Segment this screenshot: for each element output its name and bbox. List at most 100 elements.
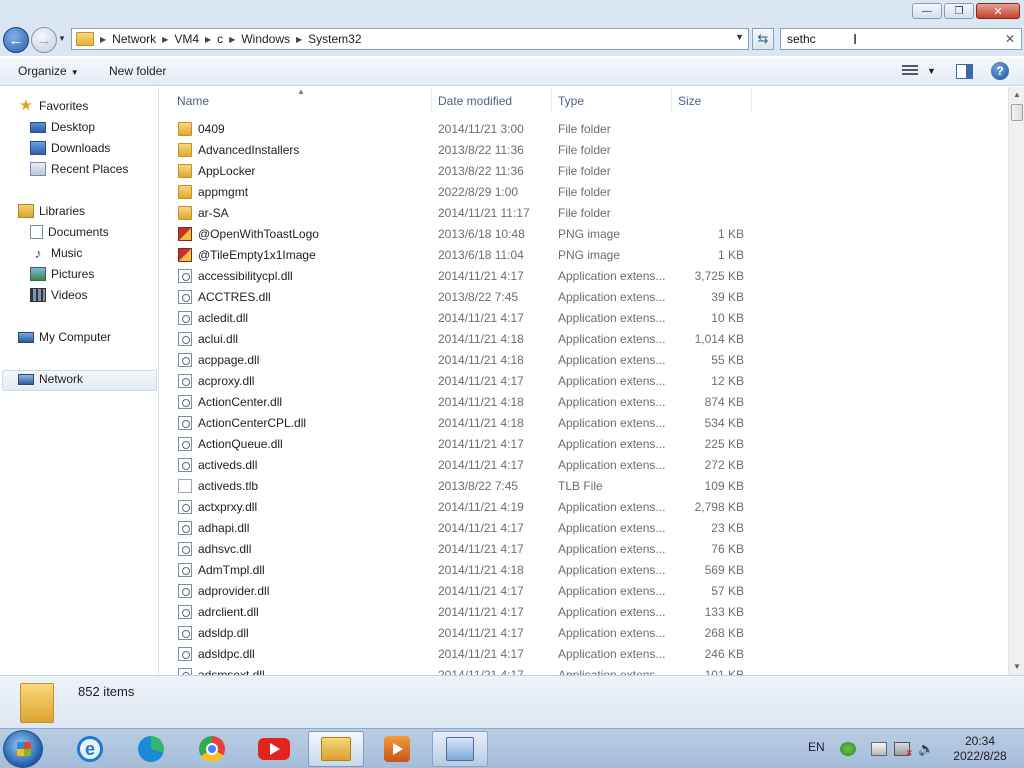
scrollbar-thumb[interactable] [1011, 104, 1023, 121]
vertical-scrollbar[interactable]: ▲ ▼ [1008, 87, 1024, 675]
scroll-down-icon[interactable]: ▼ [1009, 659, 1024, 675]
taskbar-app-edge[interactable] [123, 731, 179, 767]
close-button[interactable]: ✕ [976, 3, 1020, 19]
file-row[interactable]: adprovider.dll 2014/11/21 4:17 Application… [176, 581, 752, 602]
file-type: Application extens... [558, 269, 666, 283]
chevron-right-icon[interactable]: ▶ [162, 35, 168, 44]
file-row[interactable]: @OpenWithToastLogo 2013/6/18 10:48 PNG ima… [176, 224, 752, 245]
language-indicator[interactable]: EN [808, 740, 825, 754]
preview-pane-icon[interactable] [956, 64, 973, 79]
file-row[interactable]: adsmsext.dll 2014/11/21 4:17 Application e… [176, 665, 752, 675]
column-divider[interactable] [671, 89, 672, 113]
clock[interactable]: 20:34 2022/8/28 [942, 734, 1018, 764]
scroll-up-icon[interactable]: ▲ [1009, 87, 1024, 103]
help-icon[interactable]: ? [991, 62, 1009, 80]
file-row[interactable]: @TileEmpty1x1Image 2013/6/18 11:04 PNG ima… [176, 245, 752, 266]
file-row[interactable]: ar-SA 2014/11/21 11:17 File folder [176, 203, 752, 224]
file-row[interactable]: acledit.dll 2014/11/21 4:17 Application ex… [176, 308, 752, 329]
column-divider[interactable] [551, 89, 552, 113]
column-header-size[interactable]: Size [678, 94, 701, 108]
column-header-type[interactable]: Type [558, 94, 584, 108]
change-view-icon[interactable] [902, 65, 918, 78]
new-folder-button[interactable]: New folder [109, 64, 166, 78]
column-header-date-modified[interactable]: Date modified [438, 94, 512, 108]
nav-item-desktop[interactable]: Desktop [30, 120, 95, 134]
file-row[interactable]: accessibilitycpl.dll 2014/11/21 4:17 Appli… [176, 266, 752, 287]
nav-my-computer[interactable]: My Computer [18, 330, 111, 344]
search-input[interactable] [787, 32, 987, 46]
file-row[interactable]: acproxy.dll 2014/11/21 4:17 Application ex… [176, 371, 752, 392]
file-row[interactable]: ActionCenterCPL.dll 2014/11/21 4:18 Applic… [176, 413, 752, 434]
file-row[interactable]: ActionCenter.dll 2014/11/21 4:18 Applicati… [176, 392, 752, 413]
nav-item-music[interactable]: ♪ Music [30, 246, 83, 260]
recent-pages-dropdown[interactable]: ▼ [58, 34, 68, 46]
file-row[interactable]: activeds.tlb 2013/8/22 7:45 TLB File 109 KB [176, 476, 752, 497]
clear-search-icon[interactable]: ✕ [1005, 32, 1015, 46]
file-row[interactable]: 0409 2014/11/21 3:00 File folder [176, 119, 752, 140]
file-row[interactable]: actxprxy.dll 2014/11/21 4:19 Application e… [176, 497, 752, 518]
minimize-button[interactable]: — [912, 3, 942, 19]
nav-item-pictures[interactable]: Pictures [30, 267, 94, 281]
view-dropdown-icon[interactable]: ▼ [927, 66, 936, 76]
breadcrumb-windows[interactable]: Windows [241, 32, 290, 46]
search-box[interactable]: ✕ [780, 28, 1022, 50]
address-dropdown-icon[interactable]: ▼ [735, 32, 744, 42]
volume-icon[interactable]: 🔈 [918, 742, 934, 756]
file-type: Application extens... [558, 311, 666, 325]
file-type: Application extens... [558, 584, 666, 598]
file-type: TLB File [558, 479, 603, 493]
file-row[interactable]: AdmTmpl.dll 2014/11/21 4:18 Application ex… [176, 560, 752, 581]
file-name: actxprxy.dll [198, 500, 258, 514]
chevron-right-icon[interactable]: ▶ [296, 35, 302, 44]
control-panel-icon [446, 737, 474, 761]
file-row[interactable]: adhsvc.dll 2014/11/21 4:17 Application ext… [176, 539, 752, 560]
network-disconnected-icon[interactable] [894, 742, 913, 759]
organize-button[interactable]: Organize ▼ [18, 64, 79, 78]
file-row[interactable]: AdvancedInstallers 2013/8/22 11:36 File fo… [176, 140, 752, 161]
taskbar-app-internet-explorer[interactable]: e [62, 731, 118, 767]
file-row[interactable]: adsldpc.dll 2014/11/21 4:17 Application ex… [176, 644, 752, 665]
nav-item-recent-places[interactable]: Recent Places [30, 162, 128, 176]
chevron-right-icon[interactable]: ▶ [205, 35, 211, 44]
forward-button[interactable]: → [31, 27, 57, 53]
chevron-right-icon[interactable]: ▶ [229, 35, 235, 44]
breadcrumb-system32[interactable]: System32 [308, 32, 361, 46]
file-row[interactable]: adsldp.dll 2014/11/21 4:17 Application ext… [176, 623, 752, 644]
file-row[interactable]: ACCTRES.dll 2013/8/22 7:45 Application ext… [176, 287, 752, 308]
file-row[interactable]: AppLocker 2013/8/22 11:36 File folder [176, 161, 752, 182]
taskbar-app-media-player[interactable] [369, 731, 425, 767]
taskbar-app-youtube[interactable] [246, 731, 302, 767]
file-row[interactable]: aclui.dll 2014/11/21 4:18 Application exte… [176, 329, 752, 350]
file-row[interactable]: activeds.dll 2014/11/21 4:17 Application e… [176, 455, 752, 476]
column-header-name[interactable]: Name [177, 94, 209, 108]
column-divider[interactable] [751, 89, 752, 113]
nav-network[interactable]: Network [18, 372, 83, 386]
nav-libraries[interactable]: Libraries [18, 204, 85, 218]
dll-file-icon [178, 290, 192, 304]
file-row[interactable]: ActionQueue.dll 2014/11/21 4:17 Applicatio… [176, 434, 752, 455]
file-row[interactable]: adhapi.dll 2014/11/21 4:17 Application ext… [176, 518, 752, 539]
file-date-modified: 2013/6/18 10:48 [438, 227, 525, 241]
file-row[interactable]: adrclient.dll 2014/11/21 4:17 Application … [176, 602, 752, 623]
taskbar-app-control-panel[interactable] [432, 731, 488, 767]
breadcrumb-c[interactable]: c [217, 32, 223, 46]
nav-item-videos[interactable]: Videos [30, 288, 87, 302]
sync-icon[interactable] [840, 742, 856, 756]
chevron-right-icon[interactable]: ▶ [100, 35, 106, 44]
nav-favorites[interactable]: ★ Favorites [18, 98, 88, 113]
address-bar[interactable]: ▶ Network ▶ VM4 ▶ c ▶ Windows ▶ System32… [71, 28, 749, 50]
taskbar-app-chrome[interactable] [184, 731, 240, 767]
restore-button[interactable]: ❐ [944, 3, 974, 19]
taskbar-app-file-explorer[interactable] [308, 731, 364, 767]
file-row[interactable]: acppage.dll 2014/11/21 4:18 Application ex… [176, 350, 752, 371]
back-button[interactable]: ← [3, 27, 29, 53]
nav-item-documents[interactable]: Documents [30, 225, 109, 239]
refresh-button[interactable]: ⇆ [752, 28, 774, 50]
breadcrumb-network[interactable]: Network [112, 32, 156, 46]
nav-item-downloads[interactable]: Downloads [30, 141, 110, 155]
action-center-icon[interactable] [871, 742, 887, 756]
breadcrumb-vm4[interactable]: VM4 [174, 32, 199, 46]
file-row[interactable]: appmgmt 2022/8/29 1:00 File folder [176, 182, 752, 203]
start-button[interactable] [3, 730, 43, 768]
column-divider[interactable] [431, 89, 432, 113]
